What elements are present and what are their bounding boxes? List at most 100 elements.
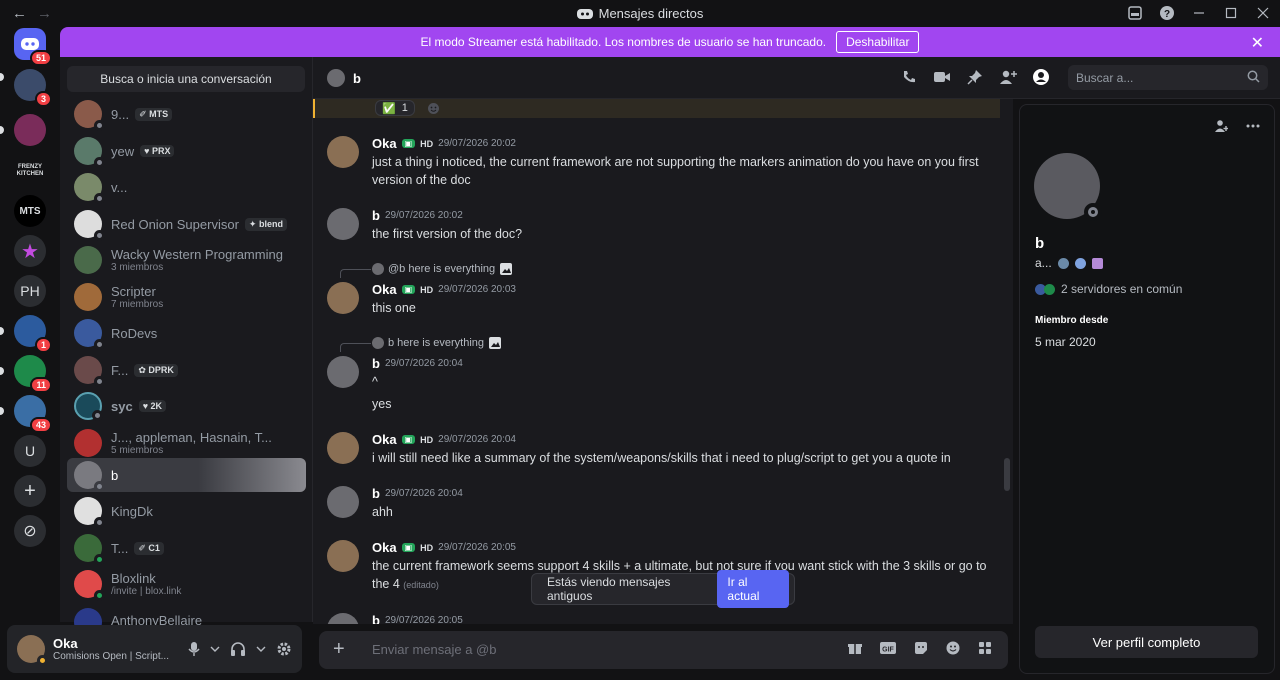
inbox-icon[interactable] [1126,4,1144,22]
jump-to-present-button[interactable]: Ir al actual [717,570,789,608]
chat-header: b Buscar a... [313,57,1280,99]
avatar[interactable] [327,540,359,572]
message-author[interactable]: Oka [372,540,397,555]
dm-item[interactable]: Bloxlink/invite | blox.link [67,567,306,601]
server-icon-1[interactable]: 3 [0,69,52,107]
view-full-profile-button[interactable]: Ver perfil completo [1035,626,1258,658]
gear-icon[interactable] [276,641,292,657]
badge-icon[interactable] [1074,257,1086,269]
reply-reference[interactable]: @b here is everything [372,262,513,276]
dm-item[interactable]: yew ♥ PRX [67,134,306,168]
gift-icon[interactable] [848,641,862,655]
dm-item[interactable]: Scripter 7 miembros [67,280,306,314]
server-icon-mts[interactable]: MTS [14,195,46,227]
message-composer[interactable]: + Enviar mensaje a @b GIF [319,631,1008,669]
dm-item[interactable]: KingDk [67,494,306,528]
message-author[interactable]: b [372,613,380,624]
server-icon-u[interactable]: U [14,435,46,467]
dm-search-button[interactable]: Busca o inicia una conversación [67,66,305,92]
server-icon-ph[interactable]: PH [14,275,46,307]
help-icon[interactable]: ? [1158,4,1176,22]
add-server-button[interactable]: + [14,475,46,507]
server-icon-7[interactable]: 1 [0,315,52,353]
avatar[interactable] [327,282,359,314]
add-friends-icon[interactable] [999,69,1017,85]
dm-item[interactable]: v... [67,170,306,204]
avatar [74,392,103,421]
apps-icon[interactable] [978,641,992,655]
server-tag: ✐ C1 [134,541,164,555]
add-friend-icon[interactable] [1214,119,1228,133]
user-name: Oka [53,636,78,651]
server-tag: ✐ MTS [135,107,173,121]
more-options-icon[interactable] [1246,119,1260,133]
dm-item[interactable]: F... ✿ DPRK [67,353,306,387]
dm-item[interactable]: T... ✐ C1 [67,531,306,565]
profile-tag: a... [1035,256,1052,270]
avatar[interactable] [327,613,359,624]
badge-icon[interactable] [1057,257,1069,269]
dm-item[interactable]: AnthonyBellaire [67,604,306,626]
video-call-icon[interactable] [933,69,951,85]
message-author[interactable]: Oka [372,282,397,297]
message-author[interactable]: b [372,208,380,223]
message-author[interactable]: b [372,356,380,371]
server-icon-star[interactable]: ★ [14,235,46,267]
dm-item[interactable]: RoDevs [67,316,306,350]
message-input[interactable]: Enviar mensaje a @b [372,642,496,657]
dm-item[interactable]: 9... ✐ MTS [67,97,306,131]
pin-icon[interactable] [967,69,983,85]
add-reaction-icon[interactable] [427,102,440,115]
reply-reference[interactable]: b here is everything [372,336,502,350]
scrollbar-thumb[interactable] [1004,458,1010,491]
avatar[interactable] [327,486,359,518]
home-dm-button[interactable]: 51 [14,28,52,66]
recipient: b [327,69,361,87]
search-input[interactable]: Buscar a... [1068,65,1268,90]
gif-icon[interactable]: GIF [880,641,896,655]
server-icon-frenzy-kitchen[interactable]: FRENZY KITCHEN [14,155,46,187]
profile-avatar[interactable] [1034,153,1102,221]
close-banner-icon[interactable]: ✕ [1251,33,1264,53]
server-icon-2[interactable] [0,114,46,146]
minimize-icon[interactable] [1190,4,1208,22]
dm-item[interactable]: J..., appleman, Hasnain, T... 5 miembros [67,426,306,460]
voice-call-icon[interactable] [901,69,917,85]
avatar [74,497,105,528]
dm-item[interactable]: Red Onion Supervisor ✦ blend [67,207,306,241]
avatar[interactable] [327,432,359,464]
dm-name: KingDk [111,503,153,519]
close-window-icon[interactable] [1254,4,1272,22]
avatar [74,283,102,311]
message-author[interactable]: Oka [372,136,397,151]
upload-plus-icon[interactable]: + [333,638,345,661]
headphones-icon[interactable] [230,641,246,657]
disable-streamer-button[interactable]: Deshabilitar [836,31,920,53]
avatar[interactable] [327,356,359,388]
discover-compass-icon[interactable]: ⊘ [14,515,46,547]
chevron-down-icon[interactable] [210,645,220,653]
server-icon-9[interactable]: 43 [0,395,52,433]
emoji-icon[interactable] [946,641,960,655]
maximize-icon[interactable] [1222,4,1240,22]
message-author[interactable]: b [372,486,380,501]
dm-item[interactable]: Wacky Western Programming 3 miembros [67,243,306,277]
member-since-date: 5 mar 2020 [1035,335,1096,349]
message-body: the first version of the doc? [372,227,523,241]
avatar[interactable] [327,136,359,168]
microphone-icon[interactable] [188,641,200,657]
dm-item-active[interactable]: b [67,458,306,492]
mutual-servers[interactable]: 2 servidores en común [1035,282,1182,296]
message-author[interactable]: Oka [372,432,397,447]
reaction-count: 1 [401,102,408,114]
gift-badge-icon[interactable] [1091,257,1103,269]
server-icon-8[interactable]: 11 [0,355,52,393]
chevron-down-icon[interactable] [256,645,266,653]
user-avatar[interactable] [17,635,48,666]
avatar[interactable] [327,208,359,240]
reaction-pill[interactable]: ✅ 1 [375,100,415,116]
dm-item[interactable]: syc ♥ 2K [67,389,306,423]
recipient-name[interactable]: b [353,71,361,86]
sticker-icon[interactable] [914,641,928,655]
user-profile-icon[interactable] [1033,69,1049,85]
